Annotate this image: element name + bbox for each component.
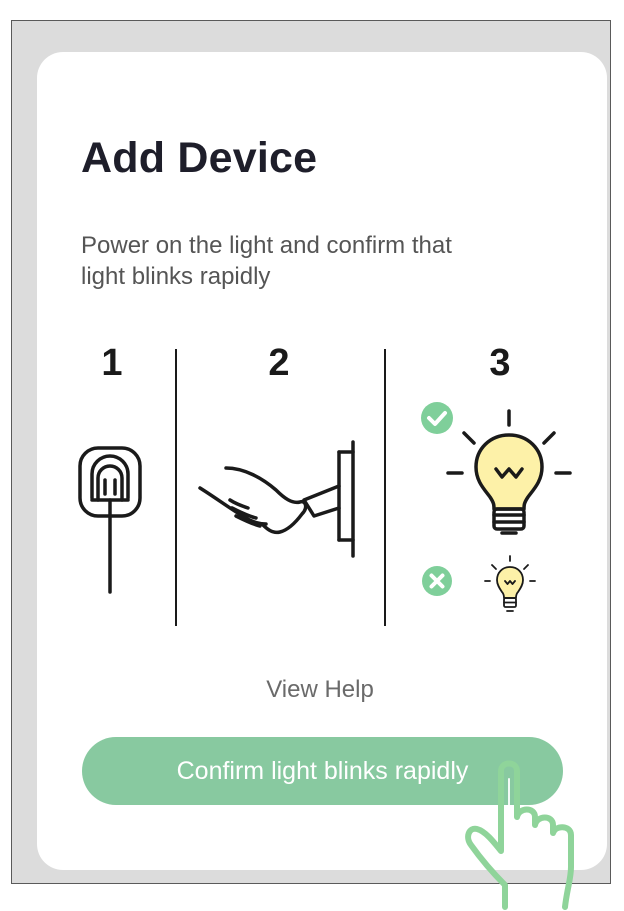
hand-pressing-switch-icon — [198, 440, 355, 558]
power-plug-socket-icon — [78, 446, 142, 594]
small-light-bulb-icon — [484, 555, 536, 612]
view-help-link[interactable]: View Help — [200, 675, 440, 705]
step-3-number: 3 — [489, 342, 511, 384]
step-1-number: 1 — [101, 342, 123, 384]
step-divider-2 — [384, 349, 386, 626]
pointing-hand-icon — [465, 760, 574, 910]
step-divider-1 — [175, 349, 177, 626]
step-2-number: 2 — [268, 342, 290, 384]
light-bulb-blinking-icon — [446, 409, 572, 535]
x-circle-icon — [422, 566, 452, 596]
instruction-text: Power on the light and confirm that ligh… — [81, 232, 452, 290]
page-title: Add Device — [81, 134, 318, 182]
